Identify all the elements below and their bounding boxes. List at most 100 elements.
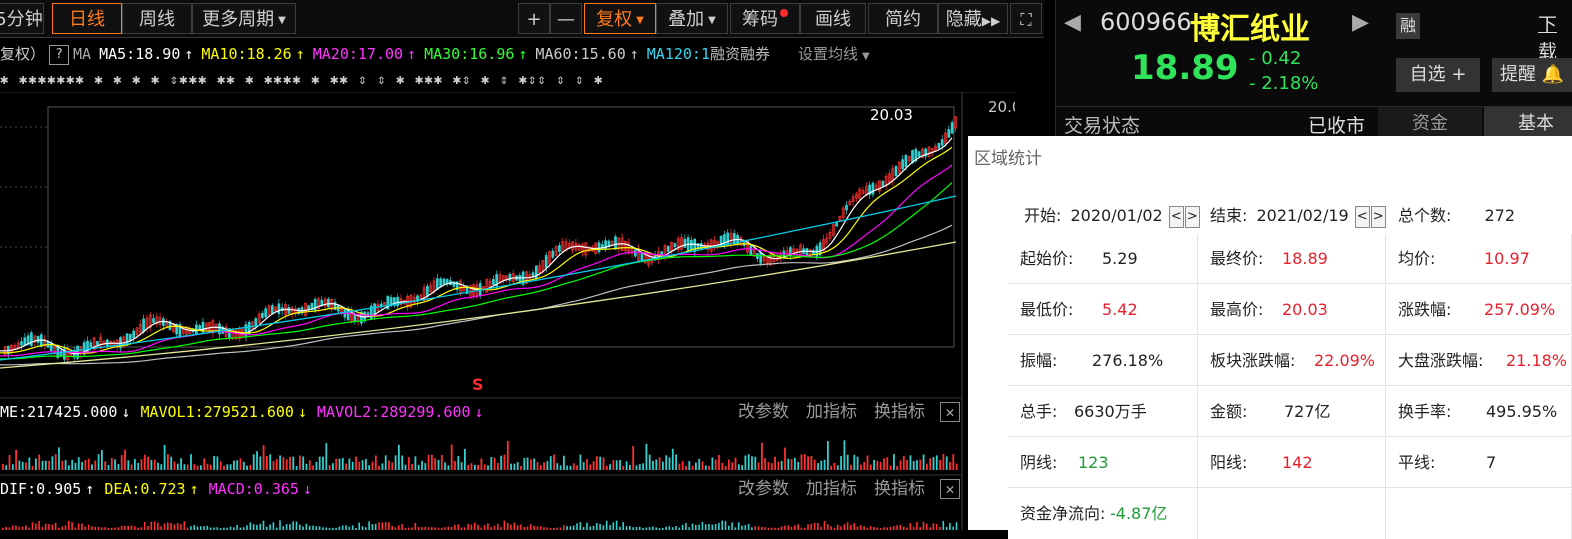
volume-bar	[2, 463, 4, 470]
volume-bar	[87, 458, 90, 470]
stat-value: 257.09%	[1484, 300, 1556, 319]
kline-chart[interactable]: 20.03 20.00 S	[0, 92, 1015, 530]
vol-close-icon[interactable]: ✕	[940, 402, 960, 422]
volume-bar	[272, 461, 275, 470]
macd-bar	[170, 522, 172, 530]
start-date[interactable]: 2020/01/02	[1071, 206, 1163, 225]
volume-bar	[302, 456, 305, 470]
volume-bar	[645, 443, 648, 470]
volume-bar	[576, 465, 578, 470]
volume-bar	[794, 457, 796, 470]
vol-switch-indicator-button[interactable]: 换指标	[874, 400, 925, 424]
more-periods-dropdown[interactable]: 更多周期 ▼	[192, 3, 296, 34]
end-date[interactable]: 2021/02/19	[1257, 206, 1349, 225]
prev-stock-icon[interactable]: ◀	[1064, 10, 1081, 35]
tab-basic[interactable]: 基本	[1484, 107, 1572, 137]
zoom-out-button[interactable]: —	[550, 3, 582, 34]
hide-button[interactable]: 隐藏▶▶	[938, 3, 1008, 34]
simple-mode-button[interactable]: 简约	[868, 3, 938, 34]
volume-bar	[147, 456, 149, 470]
macd-bar	[615, 520, 618, 530]
volume-bar	[348, 458, 351, 470]
volume-bar	[830, 465, 833, 470]
macd-bar	[754, 525, 756, 530]
macd-add-indicator-button[interactable]: 加指标	[806, 477, 857, 501]
date-range-row: 开始: 2020/01/02 < >	[1024, 202, 1200, 228]
volume-bar	[407, 457, 410, 470]
tab-weekly[interactable]: 周线	[122, 3, 192, 34]
macd-bar	[206, 525, 209, 530]
volume-bar	[447, 465, 450, 470]
tab-daily[interactable]: 日线	[52, 3, 122, 34]
stat-cell	[1386, 489, 1572, 539]
volume-bar	[774, 456, 776, 470]
alert-button[interactable]: 提醒 🔔	[1492, 58, 1572, 92]
help-icon[interactable]: ?	[49, 44, 70, 65]
macd-modify-params-button[interactable]: 改参数	[738, 477, 789, 501]
macd-bar	[827, 524, 829, 530]
ma-label: MA	[73, 45, 92, 63]
macd-bar	[701, 521, 704, 530]
start-prev-button[interactable]: <	[1168, 205, 1184, 228]
stat-value: 20.03	[1282, 300, 1328, 319]
volume-bar	[325, 443, 328, 470]
next-stock-icon[interactable]: ▶	[1352, 10, 1369, 35]
volume-bar	[193, 464, 196, 470]
macd-bar	[348, 526, 351, 530]
volume-bar	[497, 463, 499, 470]
volume-bar	[48, 460, 50, 470]
volume-bar	[371, 461, 374, 470]
fullscreen-button[interactable]: ⛶	[1010, 3, 1042, 34]
volume-bar	[530, 459, 532, 470]
download-link[interactable]: 下载	[1538, 10, 1572, 64]
macd-bar	[487, 523, 489, 530]
add-watchlist-button[interactable]: 自选 +	[1396, 58, 1480, 92]
zoom-in-button[interactable]: +	[518, 3, 550, 34]
macd-bar	[576, 523, 578, 530]
fuquan-dropdown[interactable]: 复权 ▼	[584, 3, 656, 34]
volume-bar	[510, 463, 512, 470]
draw-line-button[interactable]: 画线	[800, 3, 866, 34]
macd-bar	[374, 523, 377, 530]
macd-bar	[477, 524, 479, 530]
volume-bar	[827, 441, 829, 470]
macd-value: MACD:0.365	[208, 480, 299, 498]
macd-bar	[483, 525, 486, 530]
macd-bar	[787, 525, 789, 530]
end-prev-button[interactable]: <	[1354, 205, 1370, 228]
stat-value: 276.18%	[1092, 351, 1164, 370]
ma-settings-dropdown[interactable]: 设置均线 ▼	[798, 45, 870, 63]
volume-bar	[233, 460, 235, 470]
stat-value: 6630万手	[1074, 402, 1147, 421]
volume-bar	[338, 458, 341, 470]
macd-bar	[586, 522, 588, 530]
volume-bar	[569, 465, 572, 470]
volume-bar	[850, 464, 852, 470]
tab-capital[interactable]: 资金	[1378, 107, 1482, 137]
volume-bar	[681, 461, 684, 470]
volume-bar	[662, 461, 664, 470]
macd-bar	[84, 526, 87, 530]
volume-bar	[866, 455, 869, 470]
macd-bar	[150, 521, 153, 530]
tab-5min[interactable]: 5分钟	[0, 3, 44, 34]
macd-bar	[599, 523, 601, 530]
up-arrow-icon: ↑	[184, 45, 194, 63]
macd-bar	[193, 525, 195, 530]
overlay-dropdown[interactable]: 叠加 ▼	[656, 3, 728, 34]
vol-modify-params-button[interactable]: 改参数	[738, 400, 789, 424]
rzrq-link[interactable]: 融资融券	[710, 45, 770, 63]
vol-add-indicator-button[interactable]: 加指标	[806, 400, 857, 424]
chips-button[interactable]: 筹码	[730, 3, 800, 34]
volume-bar	[209, 464, 212, 470]
macd-bar	[817, 522, 819, 530]
caret-down-icon: ▼	[862, 51, 870, 62]
start-next-button[interactable]: >	[1184, 205, 1200, 228]
volume-bar	[714, 459, 717, 470]
macd-bar	[269, 524, 271, 530]
volume-bar	[873, 459, 875, 470]
macd-close-icon[interactable]: ✕	[940, 479, 960, 499]
macd-switch-indicator-button[interactable]: 换指标	[874, 477, 925, 501]
price-frame	[47, 106, 955, 348]
end-next-button[interactable]: >	[1370, 205, 1386, 228]
